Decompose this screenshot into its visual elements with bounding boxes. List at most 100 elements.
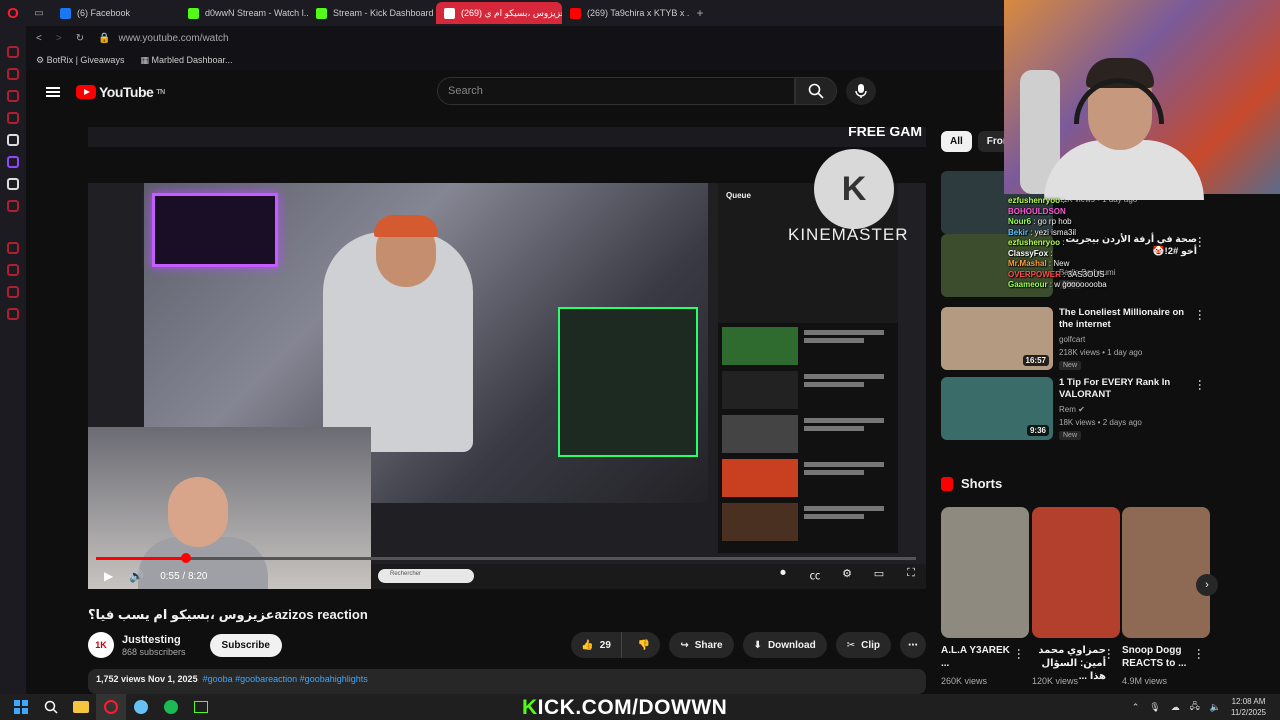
lock-icon: 🔒 <box>98 32 111 44</box>
tab-kick-dashboard[interactable]: Stream - Kick Dashboard <box>308 2 436 24</box>
time-display: 0:55 / 8:20 <box>160 570 208 582</box>
like-button[interactable]: 👍 29 <box>571 632 622 658</box>
taskbar-search-icon[interactable] <box>36 694 66 720</box>
microphone-tray-icon[interactable]: 🎙 <box>1149 702 1160 713</box>
short-thumbnail[interactable] <box>1032 507 1120 638</box>
search-input[interactable]: Search <box>437 77 795 105</box>
more-options-icon[interactable]: ⋯ <box>1192 648 1206 658</box>
windows-start-icon[interactable] <box>6 694 36 720</box>
inner-rec-row <box>718 323 898 367</box>
chat-username: Bekir <box>1008 227 1029 237</box>
video-player[interactable]: FREE GAM Queue K KINEMASTER Rechercher ▶… <box>88 127 926 589</box>
kick-sidebar-icon[interactable] <box>7 134 19 146</box>
progress-track[interactable] <box>96 557 916 560</box>
chat-message: Mr.Mashal : New <box>1008 259 1208 270</box>
progress-scrubber[interactable] <box>181 553 191 563</box>
browser-tab-bar: O ▭ (6) Facebook d0wwN Stream - Watch l.… <box>0 0 1004 26</box>
more-actions-button[interactable]: ⋯ <box>900 632 926 658</box>
chat-username: ClassyFox <box>1008 248 1049 258</box>
search-button[interactable] <box>795 77 837 105</box>
workspace-icon[interactable]: ▭ <box>26 8 52 19</box>
bookmark-marbled[interactable]: ▦ Marbled Dashboar... <box>140 55 232 66</box>
scissors-icon: ✂ <box>846 639 856 651</box>
bookmark-botrix[interactable]: ⚙ BotRix | Giveaways <box>36 55 124 66</box>
settings-gear-icon[interactable]: ⚙ <box>838 567 856 583</box>
voice-search-button[interactable] <box>846 77 876 105</box>
reload-icon[interactable]: ↻ <box>76 33 84 44</box>
autoplay-toggle[interactable]: ⏺ <box>774 567 792 583</box>
chat-message: ezfushenryoo : <box>1008 196 1208 207</box>
twitch-icon[interactable] <box>7 156 19 168</box>
speaker-icon[interactable]: 🔈 <box>1210 702 1221 713</box>
short-thumbnail[interactable] <box>1122 507 1210 638</box>
more-options-icon[interactable]: ⋯ <box>1193 379 1207 389</box>
shorts-next-button[interactable]: › <box>1196 574 1218 596</box>
messenger-icon[interactable] <box>7 90 19 102</box>
tab-youtube-ta9chira[interactable]: (269) Ta9chira x KTYB x ... <box>562 2 690 24</box>
onedrive-icon[interactable]: ☁ <box>1171 702 1180 713</box>
spotify-icon[interactable] <box>156 694 186 720</box>
inner-rec-row <box>718 499 898 543</box>
settings-icon[interactable] <box>7 308 19 320</box>
extensions-icon[interactable] <box>7 286 19 298</box>
inner-rec-row <box>718 367 898 411</box>
subscribe-button[interactable]: Subscribe <box>209 633 282 657</box>
channel-avatar[interactable]: 1K <box>88 632 114 658</box>
clock[interactable]: 12:08 AM 11/2/2025 <box>1231 696 1266 718</box>
description-box[interactable]: 1,752 views Nov 1, 2025 #gooba #goobarea… <box>88 669 926 694</box>
video-thumbnail[interactable]: 9:36 <box>941 377 1053 440</box>
shorts-icon <box>941 476 953 491</box>
tab-kick-watch[interactable]: d0wwN Stream - Watch l... <box>180 2 308 24</box>
history-icon[interactable] <box>7 242 19 254</box>
x-icon[interactable] <box>7 178 19 190</box>
chat-username: Mr.Mashal <box>1008 259 1047 268</box>
short-thumbnail[interactable] <box>941 507 1029 638</box>
menu-icon[interactable] <box>46 87 60 97</box>
browser-sidebar <box>0 26 26 694</box>
more-options-icon[interactable]: ⋯ <box>1102 648 1116 658</box>
short-title[interactable]: A.L.A Y3AREK ... <box>941 644 1015 670</box>
volume-icon[interactable]: 🔊 <box>129 569 144 583</box>
crypto-wallet-icon[interactable] <box>7 68 19 80</box>
network-icon[interactable]: 🖧 <box>1190 699 1200 715</box>
clip-button[interactable]: ✂ Clip <box>835 632 891 658</box>
forward-icon[interactable]: > <box>56 33 62 44</box>
dislike-button[interactable]: 👎 <box>628 640 660 651</box>
gx-corner-icon[interactable] <box>7 112 19 124</box>
share-button[interactable]: ↪ Share <box>669 632 734 658</box>
kinemaster-watermark: KINEMASTER <box>788 225 909 244</box>
captions-icon[interactable]: ㏄ <box>806 567 824 583</box>
chat-username: ezfushenryoo <box>1008 196 1061 205</box>
file-explorer-icon[interactable] <box>66 694 96 720</box>
more-options-icon[interactable]: ⋯ <box>1012 648 1026 658</box>
music-icon[interactable] <box>7 200 19 212</box>
url-field[interactable]: www.youtube.com/watch <box>119 33 229 44</box>
kick-channel-overlay: KICK.COM/DOWWN <box>522 696 728 719</box>
opera-logo-icon[interactable]: O <box>0 0 26 26</box>
chevron-up-icon[interactable]: ⌃ <box>1132 702 1140 713</box>
new-tab-button[interactable]: + <box>690 6 710 20</box>
opera-gx-taskbar-icon[interactable] <box>96 694 126 720</box>
play-icon[interactable]: ▶ <box>104 569 113 583</box>
back-icon[interactable]: < <box>36 33 42 44</box>
tab-youtube-active[interactable]: (269) عزيزوس ،بسيكو ام ي... <box>436 2 562 24</box>
clock-icon[interactable] <box>7 264 19 276</box>
aria-icon[interactable] <box>7 46 19 58</box>
channel-name[interactable]: Justtesting <box>122 634 186 647</box>
chat-username: Gaameour <box>1008 280 1048 289</box>
search-icon <box>808 83 824 99</box>
chip-all[interactable]: All <box>941 131 972 152</box>
inner-youtube-header <box>88 147 926 183</box>
fullscreen-icon[interactable]: ⛶ <box>902 567 920 583</box>
download-button[interactable]: ⬇ Download <box>742 632 827 658</box>
app-icon[interactable] <box>186 694 216 720</box>
inner-overlay-banner: FREE GAM <box>848 127 922 139</box>
short-title[interactable]: Snoop Dogg REACTS to ... <box>1122 644 1196 670</box>
recommended-video[interactable]: 9:36 1 Tip For EVERY Rank In VALORANT Re… <box>941 377 1211 441</box>
miniplayer-icon[interactable]: ▭ <box>870 567 888 583</box>
chat-username: OVERPOWER <box>1008 269 1061 279</box>
youtube-icon <box>570 7 581 19</box>
tab-facebook[interactable]: (6) Facebook <box>52 2 180 24</box>
youtube-logo[interactable]: YouTube TN <box>76 84 165 100</box>
steam-icon[interactable] <box>126 694 156 720</box>
